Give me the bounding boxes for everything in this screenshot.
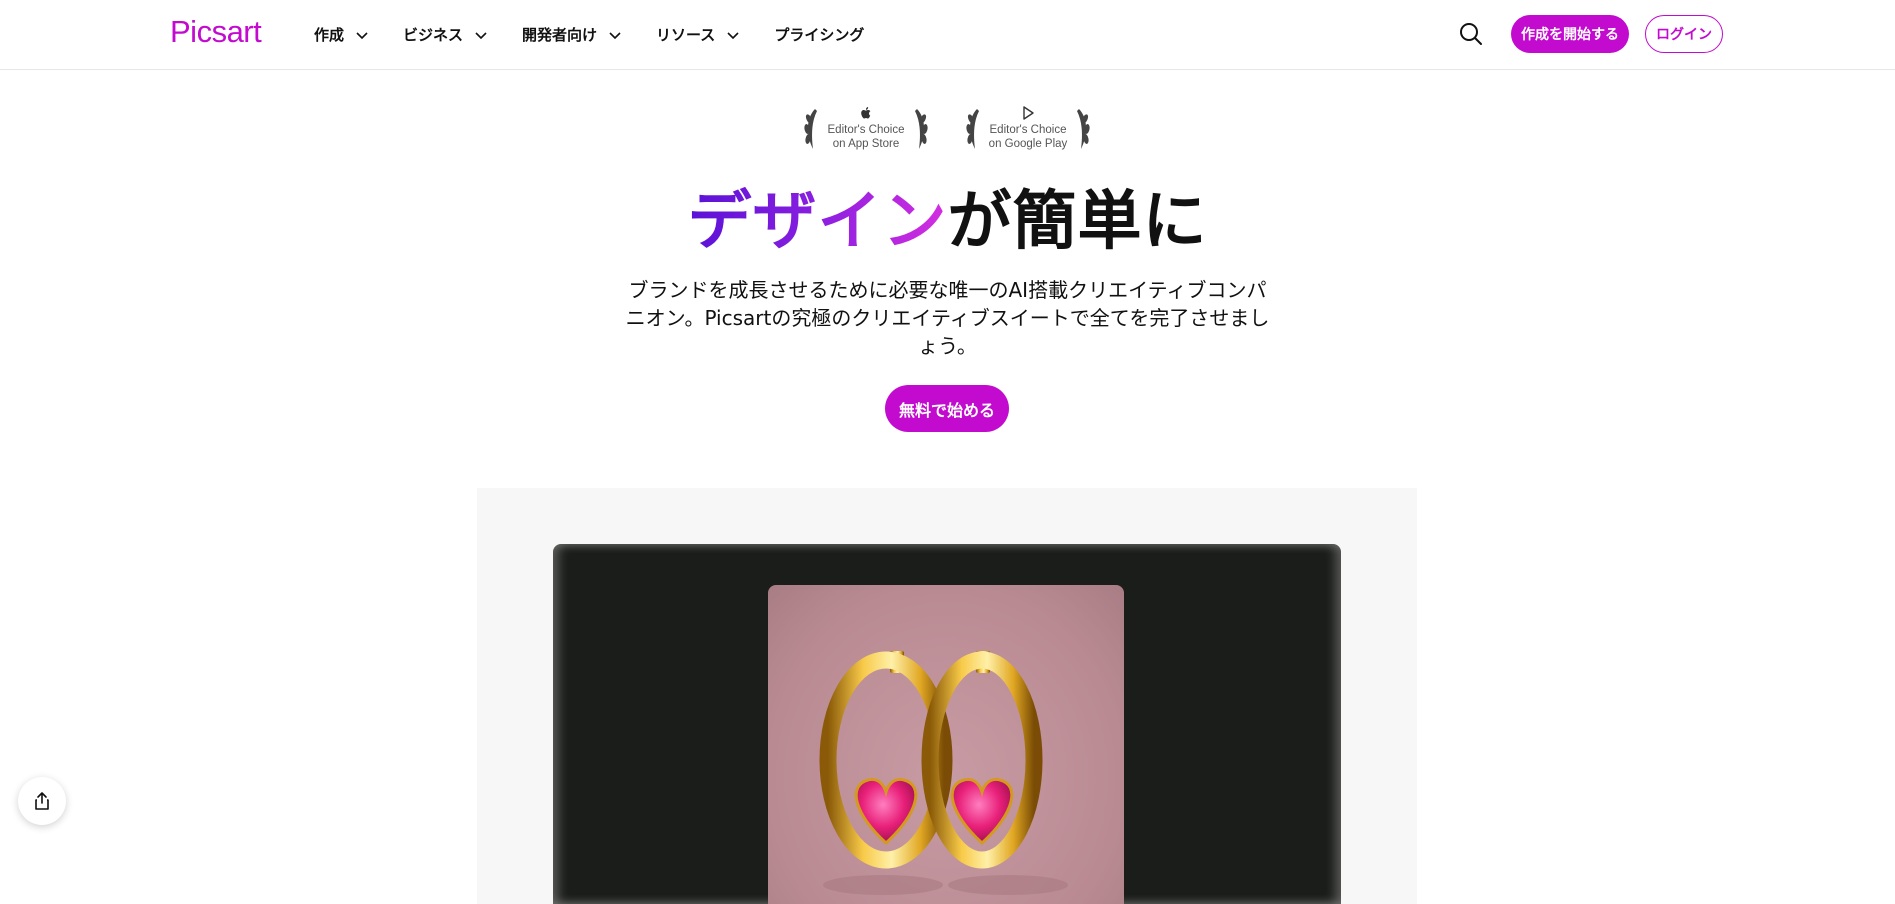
- hero-title: デザインが簡単に: [0, 170, 1895, 262]
- nav-item-developers[interactable]: 開発者向け: [522, 24, 622, 45]
- earrings-illustration: [819, 651, 1068, 895]
- earrings-product-image: [768, 585, 1124, 904]
- chevron-down-icon: [727, 31, 739, 39]
- start-creating-button[interactable]: 作成を開始する: [1511, 15, 1629, 53]
- google-play-icon: [1023, 106, 1034, 120]
- nav-item-resources[interactable]: リソース: [656, 24, 740, 45]
- badge-line-1: Editor's Choice: [989, 124, 1067, 136]
- main-nav: 作成 ビジネス 開発者向け リソース プライシング: [314, 0, 898, 69]
- chevron-down-icon: [475, 31, 487, 39]
- nav-item-business[interactable]: ビジネス: [403, 24, 488, 45]
- hero-title-highlight: デザイン: [687, 185, 948, 259]
- chevron-down-icon: [609, 31, 621, 39]
- share-icon: [35, 792, 49, 810]
- nav-item-create[interactable]: 作成: [314, 24, 369, 45]
- site-header: Picsart 作成 ビジネス 開発者向け リソース プライシング 作成を開始す…: [0, 0, 1895, 70]
- nav-item-label: 開発者向け: [522, 26, 598, 44]
- hero-title-rest: が簡単に: [947, 185, 1208, 259]
- app-store-badge: Editor's Choice on App Store: [801, 103, 931, 155]
- nav-item-label: 作成: [314, 26, 345, 44]
- share-button[interactable]: [18, 777, 66, 825]
- badge-line-2: on App Store: [832, 138, 900, 150]
- badge-line-2: on Google Play: [988, 138, 1068, 150]
- hero-subtitle: ブランドを成長させるために必要な唯一のAI搭載クリエイティブコンパニオン。Pic…: [625, 278, 1270, 358]
- nav-item-label: ビジネス: [403, 26, 464, 44]
- nav-item-label: プライシング: [774, 26, 865, 44]
- nav-item-label: リソース: [656, 26, 716, 44]
- nav-item-pricing[interactable]: プライシング: [774, 24, 864, 45]
- google-play-badge: Editor's Choice on Google Play: [963, 103, 1093, 155]
- badge-text: Editor's Choice on Google Play: [985, 123, 1071, 151]
- chevron-down-icon: [356, 31, 368, 39]
- login-button[interactable]: ログイン: [1645, 15, 1723, 53]
- apple-icon: [861, 107, 871, 119]
- badge-text: Editor's Choice on App Store: [823, 123, 909, 151]
- start-free-button[interactable]: 無料で始める: [885, 385, 1009, 432]
- search-icon[interactable]: [1458, 21, 1484, 47]
- picsart-logo[interactable]: Picsart: [170, 14, 262, 50]
- badge-line-1: Editor's Choice: [827, 124, 905, 136]
